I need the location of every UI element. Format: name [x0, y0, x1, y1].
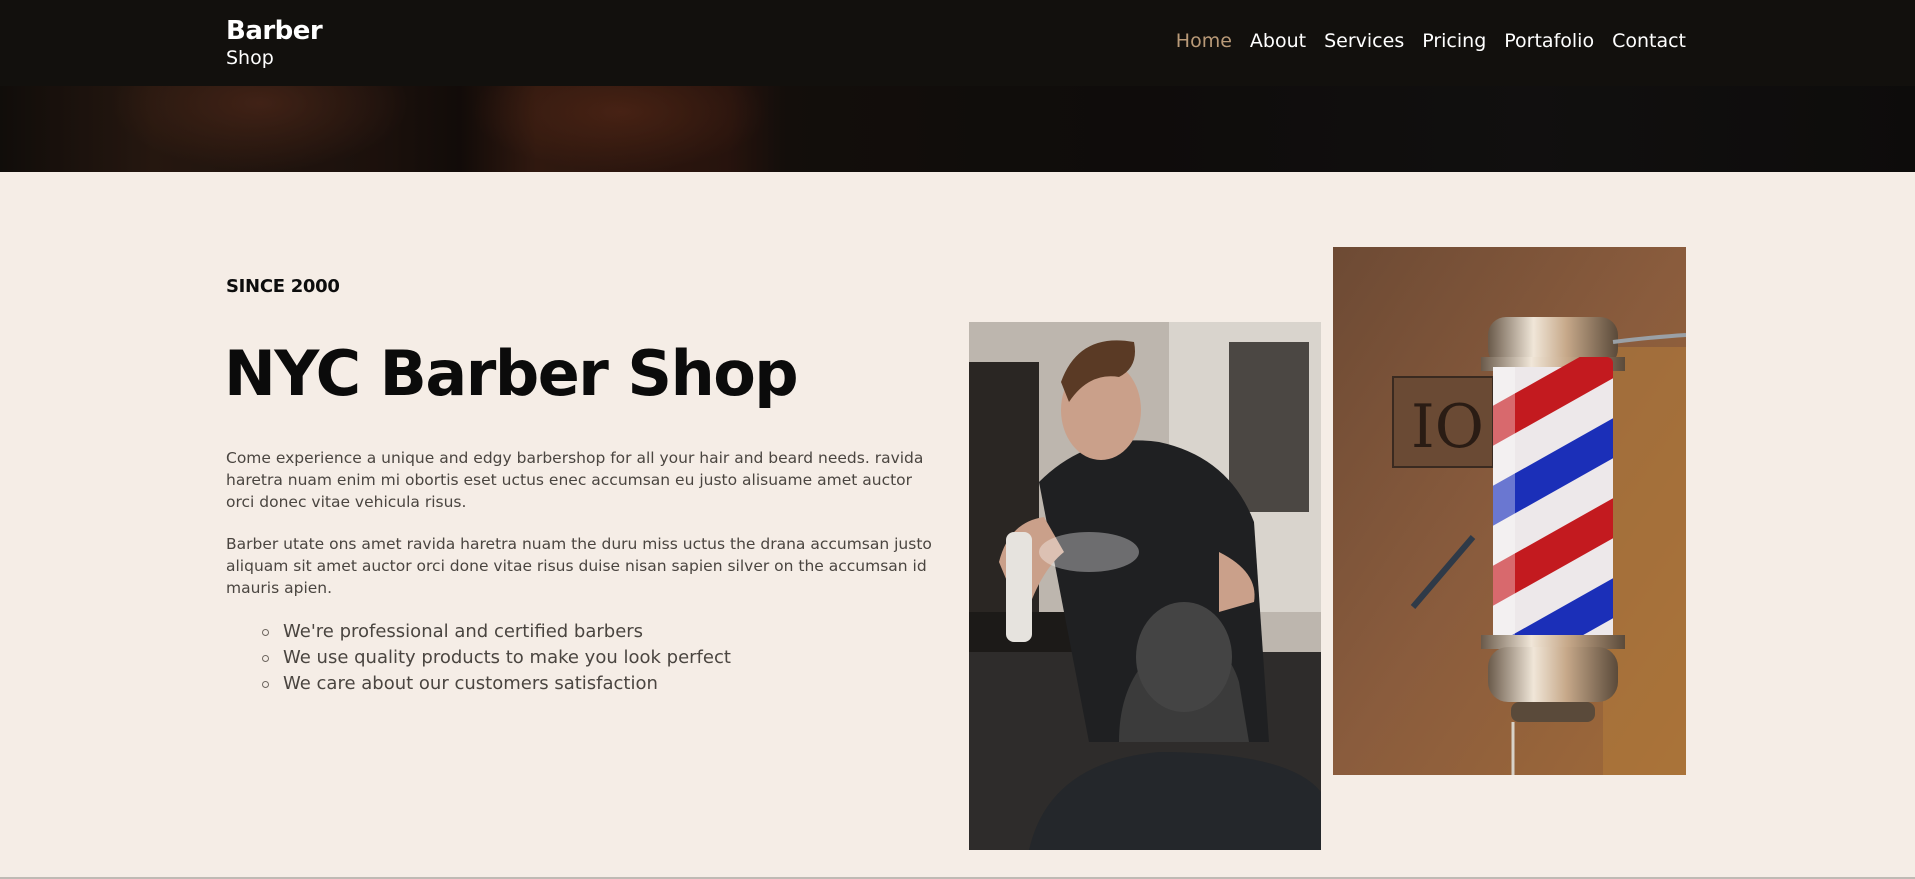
nav-home-link[interactable]: Home: [1176, 28, 1232, 54]
about-paragraph-2: Barber utate ons amet ravida haretra nua…: [226, 535, 932, 597]
circle-bullet-icon: [262, 628, 269, 636]
since-eyebrow: SINCE 2000: [226, 276, 340, 297]
feature-text: We're professional and certified barbers: [283, 621, 644, 642]
page-title: NYC Barber Shop: [224, 337, 799, 410]
features-list: We're professional and certified barbers…: [262, 619, 731, 697]
circle-bullet-icon: [262, 680, 269, 688]
list-item: We care about our customers satisfaction: [262, 671, 731, 697]
list-item: We're professional and certified barbers: [262, 619, 731, 645]
feature-text: We care about our customers satisfaction: [283, 673, 658, 694]
about-paragraph-1: Come experience a unique and edgy barber…: [226, 449, 924, 511]
list-item: We use quality products to make you look…: [262, 645, 731, 671]
svg-text:IO: IO: [1411, 392, 1484, 462]
site-header: Barber Shop Home About Services Pricing …: [0, 0, 1915, 86]
nav-portfolio-link[interactable]: Portafolio: [1504, 28, 1594, 54]
nav-contact-link[interactable]: Contact: [1612, 28, 1686, 54]
nav-pricing-link[interactable]: Pricing: [1422, 28, 1486, 54]
main-nav: Home About Services Pricing Portafolio C…: [1176, 28, 1686, 54]
barber-pole-photo: IO: [1333, 247, 1686, 775]
nav-services-link[interactable]: Services: [1324, 28, 1404, 54]
barber-photo: [969, 322, 1321, 850]
brand-logo[interactable]: Barber Shop: [226, 16, 323, 70]
circle-bullet-icon: [262, 654, 269, 662]
brand-name: Barber: [226, 16, 323, 46]
nav-about-link[interactable]: About: [1250, 28, 1306, 54]
hero-background-image: [0, 86, 1915, 172]
feature-text: We use quality products to make you look…: [283, 647, 731, 668]
brand-subtitle: Shop: [226, 47, 274, 69]
